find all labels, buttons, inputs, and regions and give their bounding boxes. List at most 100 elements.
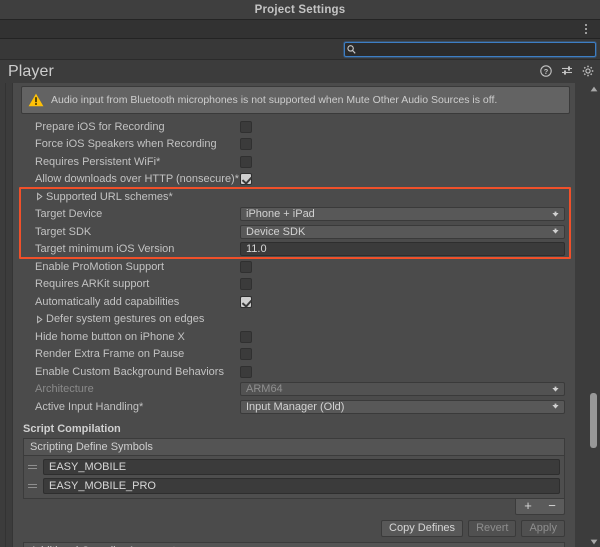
settings-row: Target minimum iOS Version 11.0 [13, 241, 575, 259]
setting-label: Force iOS Speakers when Recording [35, 138, 217, 151]
setting-label: Allow downloads over HTTP (nonsecure)* [35, 173, 239, 186]
window-title: Project Settings [254, 3, 346, 16]
list-add-remove-group: + − [13, 498, 565, 515]
gear-icon[interactable] [582, 65, 594, 77]
warning-banner: Audio input from Bluetooth microphones i… [21, 86, 570, 114]
warning-triangle-icon [28, 93, 44, 107]
define-text-field[interactable]: EASY_MOBILE [43, 459, 560, 475]
drag-handle-icon[interactable] [24, 484, 40, 488]
scripting-define-symbols-header: Scripting Define Symbols [23, 437, 565, 455]
dropdown-value: iPhone + iPad [246, 208, 315, 221]
scroll-down-arrow-icon[interactable] [589, 537, 598, 546]
project-settings-window: Project Settings Player ? Audio input fr… [0, 0, 600, 547]
setting-checkbox[interactable] [240, 348, 252, 361]
settings-row: Active Input Handling* Input Manager (Old… [13, 398, 575, 416]
setting-checkbox[interactable] [240, 173, 252, 186]
player-header: Player ? [0, 60, 600, 83]
search-row [0, 39, 600, 60]
scripting-define-symbols-list: Scripting Define Symbols EASY_MOBILE EASY… [23, 437, 565, 499]
setting-dropdown[interactable]: iPhone + iPad [240, 207, 565, 222]
search-input[interactable] [358, 42, 595, 56]
scripting-define-symbols-body: EASY_MOBILE EASY_MOBILE_PRO [23, 454, 565, 499]
settings-row-list: Prepare iOS for Recording Force iOS Speak… [13, 118, 575, 416]
define-list-item: EASY_MOBILE_PRO [24, 478, 560, 495]
setting-dropdown[interactable]: Input Manager (Old) [240, 399, 565, 414]
setting-label: Target minimum iOS Version [35, 243, 175, 256]
settings-row: Supported URL schemes* [13, 188, 575, 206]
setting-label: Target SDK [35, 225, 92, 238]
settings-row: Defer system gestures on edges [13, 311, 575, 329]
foldout-arrow-icon[interactable] [35, 192, 46, 201]
setting-dropdown: ARM64 [240, 382, 565, 397]
search-box[interactable] [344, 41, 596, 57]
setting-label: Requires Persistent WiFi* [35, 155, 161, 168]
setting-label: Render Extra Frame on Pause [35, 348, 185, 361]
defines-button-row: Copy Defines Revert Apply [13, 519, 565, 537]
setting-label: Supported URL schemes* [46, 190, 173, 203]
setting-dropdown[interactable]: Device SDK [240, 224, 565, 239]
settings-row: Force iOS Speakers when Recording [13, 136, 575, 154]
window-titlebar: Project Settings [0, 0, 600, 20]
setting-checkbox[interactable] [240, 155, 252, 168]
settings-row: Hide home button on iPhone X [13, 328, 575, 346]
define-list-item: EASY_MOBILE [24, 459, 560, 476]
setting-checkbox[interactable] [240, 295, 252, 308]
setting-label: Target Device [35, 208, 103, 221]
add-define-button[interactable]: + [516, 499, 540, 513]
setting-label: Defer system gestures on edges [46, 313, 205, 326]
settings-row: Architecture ARM64 [13, 381, 575, 399]
remove-define-button[interactable]: − [540, 499, 564, 513]
settings-row: Allow downloads over HTTP (nonsecure)* [13, 171, 575, 189]
chevron-down-icon [550, 401, 561, 412]
setting-label: Enable ProMotion Support [35, 260, 165, 273]
settings-row: Requires Persistent WiFi* [13, 153, 575, 171]
setting-label: Hide home button on iPhone X [35, 330, 185, 343]
preset-icon[interactable] [561, 65, 573, 77]
dropdown-value: ARM64 [246, 383, 283, 396]
setting-checkbox[interactable] [240, 120, 252, 133]
setting-checkbox[interactable] [240, 330, 252, 343]
dropdown-value: Device SDK [246, 225, 306, 238]
settings-row: Target Device iPhone + iPad [13, 206, 575, 224]
setting-text-field[interactable]: 11.0 [240, 242, 565, 257]
setting-checkbox[interactable] [240, 365, 252, 378]
header-icon-group: ? [540, 65, 594, 77]
setting-checkbox[interactable] [240, 278, 252, 291]
help-icon[interactable]: ? [540, 65, 552, 77]
foldout-arrow-icon[interactable] [35, 315, 46, 324]
chevron-down-icon [550, 384, 561, 395]
copy-defines-button[interactable]: Copy Defines [381, 519, 464, 537]
apply-button[interactable]: Apply [521, 519, 565, 537]
revert-button[interactable]: Revert [468, 519, 517, 537]
script-compilation-title: Script Compilation [23, 423, 121, 435]
setting-label: Automatically add capabilities [35, 295, 180, 308]
setting-label: Enable Custom Background Behaviors [35, 365, 224, 378]
setting-checkbox[interactable] [240, 260, 252, 273]
panel-left-rule [5, 83, 6, 547]
settings-row: Enable ProMotion Support [13, 258, 575, 276]
scroll-up-arrow-icon[interactable] [589, 84, 598, 93]
setting-label: Prepare iOS for Recording [35, 120, 165, 133]
warning-wrap: Audio input from Bluetooth microphones i… [13, 83, 575, 114]
scrollbar-track[interactable] [590, 94, 597, 536]
vertical-scrollbar[interactable] [587, 83, 600, 547]
page-title: Player [8, 62, 54, 80]
setting-label: Active Input Handling* [35, 400, 144, 413]
search-icon [345, 43, 358, 56]
chevron-down-icon [550, 209, 561, 220]
scrollbar-thumb[interactable] [590, 393, 597, 448]
settings-row: Automatically add capabilities [13, 293, 575, 311]
settings-row: Enable Custom Background Behaviors [13, 363, 575, 381]
additional-compiler-arguments-list: Additional Compiler Arguments List is Em… [23, 541, 565, 547]
settings-row: Target SDK Device SDK [13, 223, 575, 241]
settings-toolbar [0, 20, 600, 39]
svg-text:?: ? [544, 67, 549, 76]
settings-row: Render Extra Frame on Pause [13, 346, 575, 364]
chevron-down-icon [550, 226, 561, 237]
setting-checkbox[interactable] [240, 138, 252, 151]
define-text-field[interactable]: EASY_MOBILE_PRO [43, 478, 560, 494]
kebab-menu-icon[interactable] [578, 21, 594, 37]
player-settings-panel: Audio input from Bluetooth microphones i… [0, 83, 600, 547]
settings-scroll-content: Audio input from Bluetooth microphones i… [12, 83, 575, 547]
drag-handle-icon[interactable] [24, 465, 40, 469]
